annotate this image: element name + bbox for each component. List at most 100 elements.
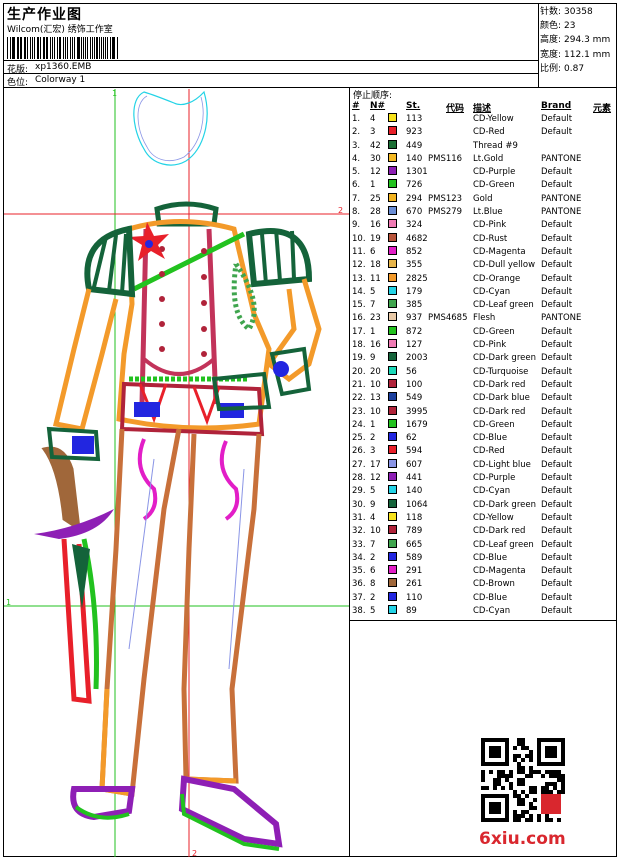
- row-index: 11.: [352, 246, 366, 257]
- color-swatch: [388, 392, 397, 402]
- row-description: CD-Pink: [473, 220, 507, 231]
- color-swatch: [388, 525, 397, 535]
- qr-module: [521, 798, 525, 802]
- barcode-bar: [116, 37, 118, 59]
- qr-module: [501, 770, 505, 774]
- qr-module: [481, 774, 485, 778]
- row-needle: 5: [370, 286, 376, 297]
- row-brand: Default: [541, 552, 573, 563]
- color-stop-row: 36. 8 261 CD-Brown Default: [352, 578, 617, 591]
- row-brand: Default: [541, 499, 573, 510]
- barcode-bar: [13, 37, 15, 59]
- qr-module: [505, 778, 509, 782]
- row-index: 36.: [352, 579, 366, 590]
- row-brand: Default: [541, 127, 573, 138]
- row-brand: Default: [541, 114, 573, 124]
- barcode-bar: [38, 37, 40, 59]
- qr-module: [501, 774, 505, 778]
- color-stop-row: 23. 10 3995 CD-Dark red Default: [352, 405, 617, 419]
- color-swatch: [388, 485, 397, 495]
- row-index: 27.: [352, 459, 366, 470]
- row-stitches: 937: [406, 313, 423, 324]
- barcode-bar: [11, 37, 13, 59]
- row-brand: Default: [541, 246, 573, 257]
- qr-module: [517, 778, 521, 782]
- row-needle: 1: [370, 419, 376, 430]
- row-description: Lt.Blue: [473, 207, 503, 218]
- qr-module: [561, 778, 565, 782]
- barcode-bar: [105, 37, 106, 59]
- qr-module: [521, 742, 525, 746]
- row-stitches: 140: [406, 153, 423, 164]
- row-brand: Default: [541, 366, 573, 377]
- qr-module: [529, 774, 533, 778]
- guide-marker-left: 1: [6, 598, 11, 607]
- header-divider-3: [3, 87, 617, 88]
- barcode-bar: [113, 37, 115, 59]
- color-swatch: [388, 565, 397, 575]
- col-header-index: #: [352, 101, 360, 111]
- leg-left: [99, 428, 182, 797]
- row-description: CD-Orange: [473, 273, 521, 284]
- row-description: CD-Cyan: [473, 286, 511, 297]
- row-index: 22.: [352, 393, 366, 404]
- color-stop-row: 25. 2 62 CD-Blue Default: [352, 432, 617, 445]
- row-needle: 1: [370, 180, 376, 191]
- color-swatch: [388, 299, 397, 309]
- row-description: CD-Dull yellow: [473, 260, 536, 271]
- company-name: Wilcom(汇宏) 绣饰工作室: [7, 25, 113, 35]
- color-stop-row: 32. 10 789 CD-Dark red Default: [352, 525, 617, 538]
- qr-module: [549, 770, 553, 774]
- row-brand: Default: [541, 167, 573, 178]
- row-index: 29.: [352, 486, 366, 497]
- row-needle: 10: [370, 406, 381, 417]
- qr-module: [521, 802, 525, 806]
- barcode-bar: [70, 37, 72, 59]
- row-stitches: 127: [406, 340, 423, 351]
- row-stitches: 179: [406, 286, 423, 297]
- qr-module: [529, 758, 533, 762]
- row-stitches: 449: [406, 140, 423, 151]
- row-needle: 18: [370, 260, 381, 271]
- qr-module: [481, 770, 485, 774]
- color-stop-row: 34. 2 589 CD-Blue Default: [352, 551, 617, 565]
- row-description: CD-Purple: [473, 473, 516, 484]
- head-inner-outline: [137, 95, 204, 162]
- row-description: CD-Green: [473, 326, 515, 337]
- qr-module: [549, 790, 553, 794]
- row-needle: 6: [370, 246, 376, 257]
- row-description: CD-Dark green: [473, 353, 536, 364]
- qr-module: [513, 758, 517, 762]
- leg-right: [181, 433, 262, 784]
- color-stop-row: 11. 6 852 CD-Magenta Default: [352, 245, 617, 259]
- qr-module: [481, 786, 485, 790]
- row-brand: Default: [541, 512, 573, 523]
- qr-module: [513, 814, 517, 818]
- row-stitches: 441: [406, 473, 423, 484]
- row-needle: 2: [370, 552, 376, 563]
- barcode-bar: [7, 37, 9, 59]
- row-stitches: 140: [406, 486, 423, 497]
- row-needle: 20: [370, 366, 381, 377]
- row-needle: 10: [370, 526, 381, 537]
- barcode-bar: [74, 37, 75, 59]
- row-brand: Default: [541, 419, 573, 430]
- qr-module: [513, 790, 517, 794]
- color-stop-row: 28. 12 441 CD-Purple Default: [352, 472, 617, 485]
- row-stitches: 726: [406, 180, 423, 191]
- color-swatch: [388, 578, 397, 588]
- qr-module: [529, 806, 533, 810]
- qr-module: [509, 774, 513, 778]
- row-brand: Default: [541, 566, 573, 577]
- stat-value: 23: [564, 21, 576, 32]
- color-swatch: [388, 285, 397, 295]
- color-swatch: [388, 472, 397, 482]
- barcode-bar: [53, 37, 55, 59]
- color-stop-row: 2. 3 923 CD-Red Default: [352, 126, 617, 139]
- color-swatch: [388, 511, 397, 521]
- row-index: 18.: [352, 340, 366, 351]
- barcode-bar: [87, 37, 89, 59]
- row-description: CD-Leaf green: [473, 300, 534, 311]
- row-needle: 23: [370, 313, 381, 324]
- barcode-bar: [84, 37, 87, 59]
